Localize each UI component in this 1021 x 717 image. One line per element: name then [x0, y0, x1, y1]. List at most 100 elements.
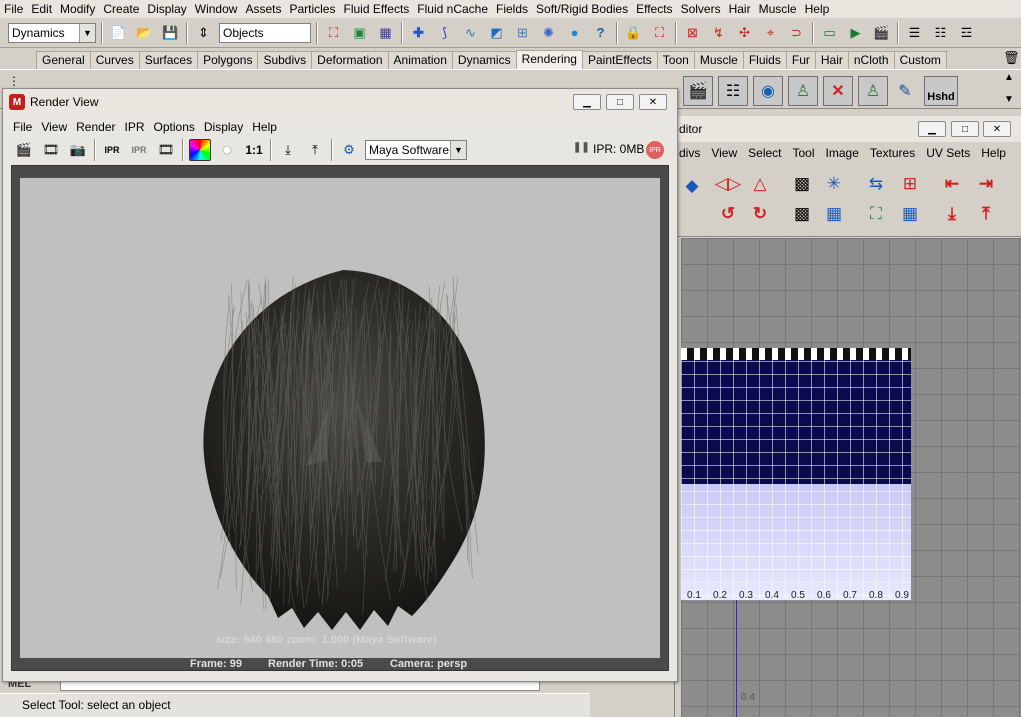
- rv-menu-view[interactable]: View: [41, 120, 67, 134]
- uv-shrink-icon[interactable]: ✳: [821, 171, 847, 197]
- select-surfaces-icon[interactable]: ◩: [486, 22, 507, 43]
- menu-hair[interactable]: Hair: [729, 2, 759, 16]
- uv-layout-icon[interactable]: ⛶: [863, 201, 889, 227]
- tool-settings-icon[interactable]: ☷: [930, 22, 951, 43]
- select-deformations-icon[interactable]: ⊞: [512, 22, 533, 43]
- uv-menu-view[interactable]: View: [711, 146, 737, 160]
- uv-menu-select[interactable]: Select: [748, 146, 781, 160]
- uv-align-top-icon[interactable]: ⤒: [973, 201, 999, 227]
- rv-menu-ipr[interactable]: IPR: [125, 120, 145, 134]
- menu-help[interactable]: Help: [805, 2, 838, 16]
- select-component-icon[interactable]: ▦: [375, 22, 396, 43]
- shelf-tab-animation[interactable]: Animation: [387, 51, 453, 69]
- uv-minimize-button[interactable]: ▁: [918, 121, 946, 137]
- menu-window[interactable]: Window: [195, 2, 246, 16]
- trash-icon[interactable]: 🗑: [1003, 50, 1020, 66]
- menu-edit[interactable]: Edit: [31, 2, 60, 16]
- menu-fluid-effects[interactable]: Fluid Effects: [343, 2, 417, 16]
- save-scene-icon[interactable]: 💾: [160, 22, 181, 43]
- redo-render-icon[interactable]: 🎬: [13, 139, 35, 161]
- shelf-tab-custom[interactable]: Custom: [893, 51, 947, 69]
- render-current-frame-icon[interactable]: 🎬: [871, 22, 892, 43]
- uv-flip-u-icon[interactable]: ◁▷: [715, 171, 741, 197]
- shelf-tab-fur[interactable]: Fur: [785, 51, 816, 69]
- select-joints-icon[interactable]: ⟆: [434, 22, 455, 43]
- render-sequence-icon[interactable]: 🎞: [155, 139, 177, 161]
- rv-menu-display[interactable]: Display: [204, 120, 243, 134]
- construction-history-icon[interactable]: ▶: [845, 22, 866, 43]
- menu-particles[interactable]: Particles: [289, 2, 343, 16]
- select-hierarchy-icon[interactable]: ⛶: [323, 22, 344, 43]
- shelf-tab-hair[interactable]: Hair: [814, 51, 849, 69]
- menu-effects[interactable]: Effects: [636, 2, 680, 16]
- rgb-channels-icon[interactable]: [189, 139, 211, 161]
- rv-menu-options[interactable]: Options: [154, 120, 195, 134]
- select-dynamics-icon[interactable]: ✺: [538, 22, 559, 43]
- uv-checker-map-icon[interactable]: ▩: [789, 201, 815, 227]
- remove-image-icon[interactable]: ⤒: [304, 139, 326, 161]
- snap-curve-icon[interactable]: ↯: [708, 22, 729, 43]
- menu-soft-rigid-bodies[interactable]: Soft/Rigid Bodies: [536, 2, 636, 16]
- select-rendering-icon[interactable]: ●: [564, 22, 585, 43]
- shelf-tab-fluids[interactable]: Fluids: [742, 51, 787, 69]
- menu-solvers[interactable]: Solvers: [681, 2, 729, 16]
- uv-menu-image[interactable]: Image: [826, 146, 859, 160]
- uv-rotate-ccw-icon[interactable]: ↺: [715, 201, 741, 227]
- uv-menu-textures[interactable]: Textures: [870, 146, 915, 160]
- renderer-dropdown[interactable]: Maya Software ▼: [365, 140, 467, 160]
- rv-maximize-button[interactable]: □: [606, 94, 634, 110]
- render-view-titlebar[interactable]: M Render View ▁ □ ✕: [3, 89, 677, 115]
- uv-grid-icon[interactable]: ▦: [897, 201, 923, 227]
- uv-viewport[interactable]: 0.1 0.2 0.3 0.4 0.5 0.6 0.7 0.8 0.9 0.4: [681, 238, 1021, 717]
- refresh-ipr-icon[interactable]: IPR: [128, 139, 150, 161]
- shelf-scroll-down-icon[interactable]: ▼: [1004, 94, 1014, 105]
- uv-align-right-icon[interactable]: ⇥: [973, 171, 999, 197]
- shelf-spot-light-icon[interactable]: ♙: [858, 76, 888, 106]
- select-curves-icon[interactable]: ∿: [460, 22, 481, 43]
- uv-align-bottom-icon[interactable]: ⤓: [939, 201, 965, 227]
- rv-close-button[interactable]: ✕: [639, 94, 667, 110]
- snap-grid-icon[interactable]: ⊠: [682, 22, 703, 43]
- uv-checker-icon[interactable]: ▩: [789, 171, 815, 197]
- shelf-tab-surfaces[interactable]: Surfaces: [138, 51, 199, 69]
- shelf-render-settings-icon[interactable]: ☷: [718, 76, 748, 106]
- rv-minimize-button[interactable]: ▁: [573, 94, 601, 110]
- alpha-channel-icon[interactable]: ●: [216, 139, 238, 161]
- menu-create[interactable]: Create: [103, 2, 147, 16]
- chevron-down-icon[interactable]: ▼: [79, 23, 95, 42]
- shelf-tab-polygons[interactable]: Polygons: [197, 51, 259, 69]
- shelf-scroll-up-icon[interactable]: ▲: [1004, 72, 1014, 83]
- shelf-delete-light-icon[interactable]: ✕: [823, 76, 853, 106]
- menu-set-dropdown[interactable]: Dynamics ▼: [8, 22, 96, 43]
- menu-assets[interactable]: Assets: [245, 2, 289, 16]
- shelf-tab-dynamics[interactable]: Dynamics: [451, 51, 517, 69]
- render-settings-icon[interactable]: ⚙: [338, 139, 360, 161]
- lock-selection-icon[interactable]: 🔒: [623, 22, 644, 43]
- snap-view-plane-icon[interactable]: ⌖: [760, 22, 781, 43]
- input-output-icon[interactable]: ▭: [819, 22, 840, 43]
- rv-menu-file[interactable]: File: [13, 120, 32, 134]
- uv-flip-v-icon[interactable]: △: [747, 171, 773, 197]
- render-region-icon[interactable]: 🎞: [40, 139, 62, 161]
- new-scene-icon[interactable]: 📄: [108, 22, 129, 43]
- select-handles-icon[interactable]: ✚: [408, 22, 429, 43]
- pause-icon[interactable]: ❚❚: [573, 142, 590, 153]
- shelf-ipr-render-icon[interactable]: 🎬: [683, 76, 713, 106]
- shelf-tab-subdivs[interactable]: Subdivs: [257, 51, 313, 69]
- objects-selector[interactable]: Objects: [219, 22, 311, 43]
- uv-view-icon[interactable]: ◆: [679, 173, 705, 199]
- shelf-hypershade-button[interactable]: Hshd: [924, 76, 958, 106]
- uv-align-left-icon[interactable]: ⇤: [939, 171, 965, 197]
- shelf-hypershade-icon[interactable]: ◉: [753, 76, 783, 106]
- uv-move-icon[interactable]: ⇆: [863, 171, 889, 197]
- shelf-paint-icon[interactable]: ✎: [890, 76, 920, 106]
- shelf-tab-deformation[interactable]: Deformation: [311, 51, 389, 69]
- uv-maximize-button[interactable]: □: [951, 121, 979, 137]
- shelf-tab-general[interactable]: General: [36, 51, 91, 69]
- render-view-canvas[interactable]: size: 640 480 zoom: 1.000 (Maya Software…: [11, 165, 669, 671]
- menu-fluid-ncache[interactable]: Fluid nCache: [417, 2, 496, 16]
- snap-point-icon[interactable]: ✣: [734, 22, 755, 43]
- uv-menu-uv-sets[interactable]: UV Sets: [926, 146, 970, 160]
- uv-menu-tool[interactable]: Tool: [793, 146, 815, 160]
- shelf-tab-rendering[interactable]: Rendering: [515, 50, 583, 69]
